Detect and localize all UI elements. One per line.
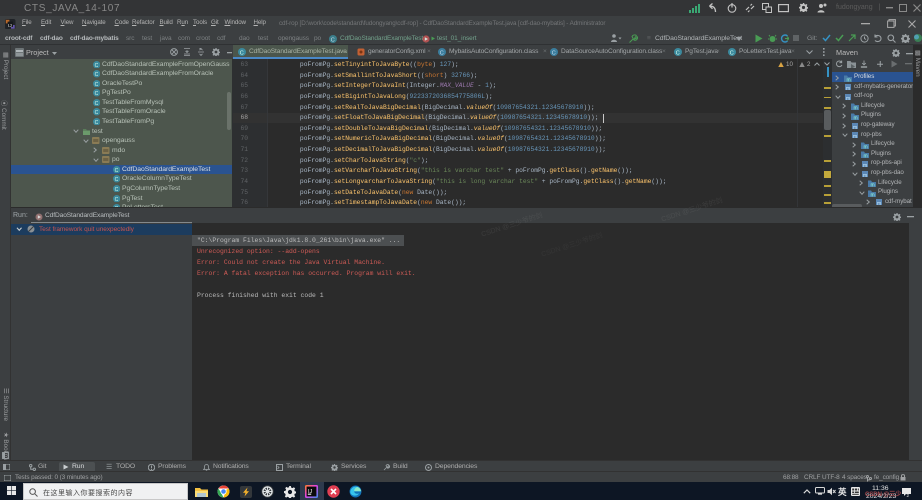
svg-text:C: C	[440, 51, 444, 57]
svg-text:IJ: IJ	[8, 22, 12, 28]
svg-text:C: C	[552, 51, 556, 57]
svg-text:C: C	[95, 91, 99, 96]
svg-text:m: m	[864, 144, 868, 149]
svg-text:C: C	[115, 168, 119, 173]
svg-text:C: C	[331, 37, 335, 43]
svg-text:m: m	[864, 154, 868, 159]
svg-text:IJ: IJ	[308, 489, 313, 495]
svg-text:m: m	[863, 163, 867, 168]
svg-text:C: C	[95, 110, 99, 115]
svg-text:C: C	[240, 51, 244, 57]
svg-text:C: C	[115, 187, 119, 192]
svg-text:m: m	[871, 192, 875, 197]
svg-text:C: C	[95, 82, 99, 87]
svg-text:m: m	[853, 134, 857, 139]
svg-text:m: m	[871, 183, 875, 188]
svg-text:m: m	[853, 124, 857, 129]
svg-text:C: C	[95, 120, 99, 125]
svg-text:m: m	[854, 115, 858, 120]
svg-text:C: C	[95, 101, 99, 106]
svg-text:C: C	[95, 72, 99, 77]
svg-text:m: m	[847, 77, 851, 82]
svg-text:C: C	[115, 177, 119, 182]
svg-text:m: m	[854, 106, 858, 111]
svg-text:C: C	[730, 51, 734, 57]
svg-text:m: m	[877, 201, 881, 206]
svg-text:m: m	[846, 95, 850, 100]
svg-text:C: C	[676, 51, 680, 57]
svg-text:C: C	[95, 63, 99, 68]
svg-text:m: m	[863, 172, 867, 177]
svg-text:m: m	[846, 86, 850, 91]
svg-text:C: C	[115, 197, 119, 202]
